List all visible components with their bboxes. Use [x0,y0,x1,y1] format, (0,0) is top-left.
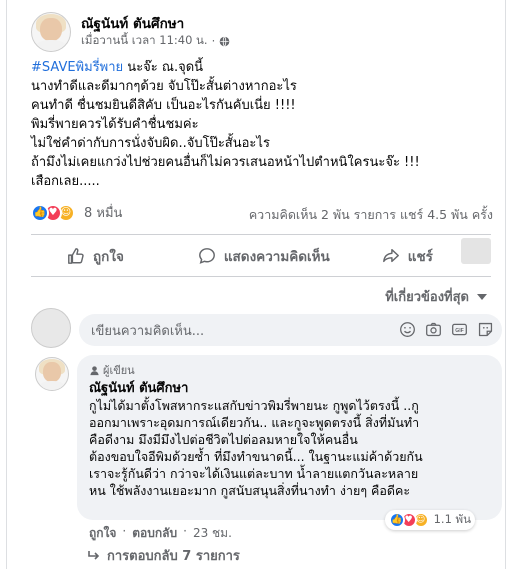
share-button-label: แชร์ [407,249,433,265]
author-person-icon [90,365,99,375]
post-line-7: เสือกเลย..... [31,174,100,189]
post-line-5: ไม่ใช่คำด่ากับการนั่งจับผิด..จับโป๊ะสั้น… [31,136,270,151]
view-replies-link[interactable]: การตอบกลับ 7 รายการ [87,545,240,566]
comment-actions: ถูกใจ · ตอบกลับ · 23 ชม. [89,524,232,543]
divider [31,276,491,277]
post-line-6: ถ้ามึงไม่เคยแกว่งไปช่วยคนอื่นก็ไม่ควรเสน… [31,155,420,170]
comment-reaction-count: 1.1 พัน [433,512,471,526]
comment-line-1: กูไม่ได้มาตั้งโพสหากระแสกับข่าวพิมรี่พาย… [89,398,419,413]
like-reaction-icon: 👍 [388,512,405,528]
comment-line-5: เราจะรู้กันดีว่า กว่าจะได้เงินแต่ละบาท น… [89,466,419,481]
hashtag-link[interactable]: #SAVEพิมรี่พาย [31,60,123,75]
post-card: ณัฐนันท์ ตันศึกษา เมื่อวานนี้ เวลา 11:40… [6,0,506,569]
comment-line-2: ออกมาเพราะอุดมการณ์เดียวกัน.. และกูจะพูด… [89,415,420,430]
post-timestamp[interactable]: เมื่อวานนี้ เวลา 11:40 น. [81,32,208,50]
svg-text:GIF: GIF [455,328,464,334]
comment-timestamp[interactable]: 23 ชม. [193,524,232,543]
divider [31,234,491,235]
post-author-name[interactable]: ณัฐนันท์ ตันศึกษา [81,12,184,34]
reaction-summary[interactable]: 👍 ♥ ☺ 8 หมื่น [31,202,122,223]
comment-filter-dropdown[interactable]: ที่เกี่ยวข้องที่สุด [385,286,487,307]
share-arrow-icon [382,248,399,263]
comment-line-4: ต้องขอบใจอีพิมด้วยซ้ำ ที่มึงทำขนาดนี้...… [89,449,423,464]
post-line-3: คนทำดี ชื่นชมยินดีสิคับ เป็นอะไรกันคับเน… [31,98,296,113]
comment-input[interactable]: เขียนความคิดเห็น... GIF [79,314,502,346]
share-button[interactable]: แชร์ [382,245,433,267]
comment-like-link[interactable]: ถูกใจ [89,524,116,543]
post-body: #SAVEพิมรี่พาย นะจ๊ะ ณ.จุดนี้ นางทำดีและ… [31,58,501,191]
comment-share-stats[interactable]: ความคิดเห็น 2 พัน รายการ แชร์ 4.5 พัน คร… [249,205,493,225]
comment-button[interactable]: แสดงความคิดเห็น [198,245,330,267]
comment-reply-link[interactable]: ตอบกลับ [132,524,177,543]
comment-filter-label: ที่เกี่ยวข้องที่สุด [385,290,469,305]
comment-author-name[interactable]: ณัฐนันท์ ตันศึกษา [89,377,188,398]
reaction-count: 8 หมื่น [84,206,123,221]
thumbs-up-icon [68,248,84,264]
like-button-label: ถูกใจ [93,249,124,265]
post-line-1: #SAVEพิมรี่พาย นะจ๊ะ ณ.จุดนี้ [31,60,204,75]
caret-down-icon [477,293,487,300]
comment-button-label: แสดงความคิดเห็น [223,249,330,265]
comment-input-placeholder: เขียนความคิดเห็น... [91,323,205,339]
like-reaction-icon: 👍 [31,203,49,222]
share-as-avatar[interactable] [461,238,491,264]
post-action-bar: ถูกใจ แสดงความคิดเห็น แชร์ [31,240,491,272]
comment-reaction-summary[interactable]: 👍 ♥ ☺ 1.1 พัน [384,510,475,530]
comment-bubble-icon [198,248,215,264]
emoji-icon[interactable] [399,321,416,338]
sticker-icon[interactable] [477,321,494,338]
reply-arrow-icon [88,550,100,560]
current-user-avatar [31,308,71,348]
comment-line-6: หน ใช้พลังงานเยอะมาก กูสนับสนุนสิ่งที่นา… [89,483,411,498]
gif-icon[interactable]: GIF [451,321,468,338]
comment-line-3: คือดีงาม มึงมีมึงไปต่อชีวิตไปต่อลมหายใจใ… [89,432,358,447]
globe-icon [219,35,230,47]
camera-icon[interactable] [425,321,442,338]
composer-tools: GIF [399,321,494,338]
post-line-2: นางทำดีและดีมากๆด้วย จับโป๊ะสั้นต่างหากอ… [31,79,297,94]
comment-body: กูไม่ได้มาตั้งโพสหากระแสกับข่าวพิมรี่พาย… [89,397,494,499]
author-avatar[interactable] [31,12,71,52]
like-button[interactable]: ถูกใจ [67,245,124,267]
post-meta: เมื่อวานนี้ เวลา 11:40 น. · [81,32,230,50]
comment-author-avatar[interactable] [35,357,69,391]
post-line-4: พิมรี่พายควรได้รับคำชื่นชมค่ะ [31,117,199,132]
comment-bubble: ผู้เขียน ณัฐนันท์ ตันศึกษา กูไม่ได้มาตั้… [77,355,502,520]
view-replies-label: การตอบกลับ 7 รายการ [107,549,240,564]
meta-separator: · [211,34,216,48]
